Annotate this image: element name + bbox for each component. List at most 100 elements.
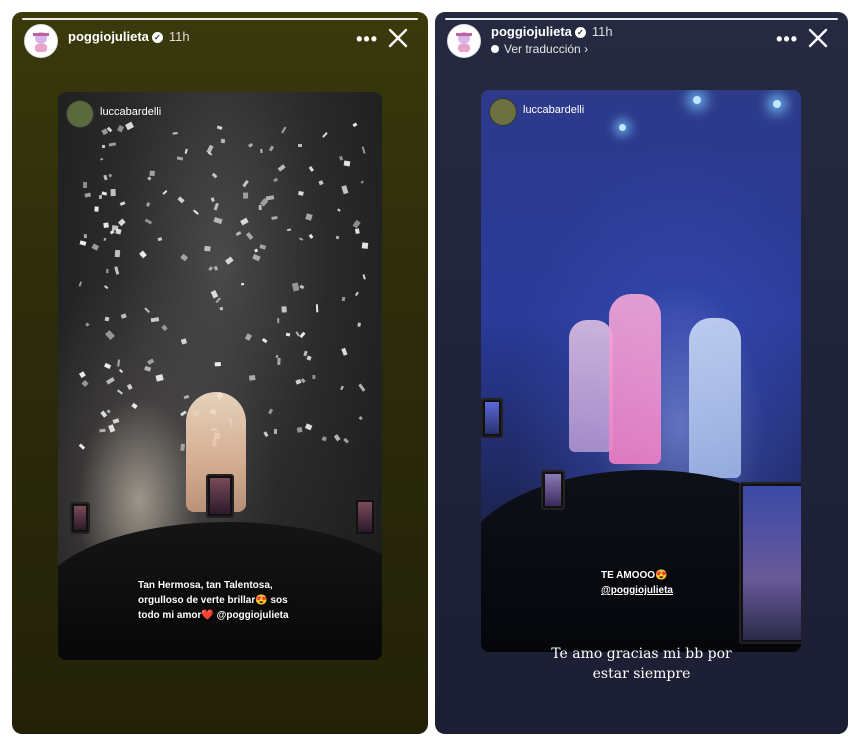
close-icon[interactable]: [806, 26, 830, 50]
confetti-piece: [180, 253, 189, 262]
confetti-piece: [277, 318, 280, 324]
confetti-piece: [111, 224, 119, 230]
confetti-piece: [273, 177, 279, 183]
confetti-piece: [110, 188, 116, 196]
story-caption: TE AMOOO😍 @poggiojulieta: [601, 568, 741, 598]
avatar[interactable]: [24, 24, 58, 58]
more-options-icon[interactable]: •••: [356, 30, 378, 48]
confetti-piece: [341, 297, 346, 302]
chevron-right-icon: ›: [584, 42, 589, 56]
confetti-piece: [150, 316, 160, 322]
confetti-piece: [318, 180, 324, 186]
confetti-piece: [252, 253, 261, 261]
confetti-piece: [205, 246, 212, 253]
confetti-piece: [248, 143, 253, 148]
username[interactable]: poggiojulieta ✓ 11h: [68, 29, 190, 44]
username-text: poggiojulieta: [491, 24, 572, 39]
story-text-overlay: Te amo gracias mi bb por estar siempre: [435, 644, 848, 684]
confetti-piece: [180, 338, 187, 345]
confetti-piece: [106, 377, 115, 385]
mention-tag[interactable]: @poggiojulieta: [601, 585, 673, 596]
confetti-piece: [311, 375, 316, 380]
confetti-piece: [106, 409, 112, 415]
confetti-piece: [205, 144, 214, 154]
confetti-piece: [306, 355, 312, 361]
confetti-piece: [341, 347, 348, 356]
confetti-piece: [361, 242, 369, 250]
confetti-piece: [321, 435, 327, 442]
confetti-piece: [355, 291, 360, 296]
confetti-piece: [305, 423, 313, 431]
avatar[interactable]: [447, 24, 481, 58]
confetti-piece: [242, 180, 250, 188]
confetti-piece: [214, 362, 221, 367]
dancer-figure: [689, 318, 741, 478]
confetti-piece: [276, 358, 281, 366]
confetti-piece: [117, 218, 126, 227]
story-header: poggiojulieta ✓ 11h Ver traducción › •••: [445, 24, 838, 64]
verified-icon: ✓: [574, 27, 586, 38]
stage-light: [773, 100, 781, 108]
confetti-piece: [150, 170, 156, 176]
confetti-piece: [259, 149, 263, 154]
story-header: poggiojulieta ✓ 11h •••: [22, 24, 418, 64]
confetti-piece: [112, 417, 120, 424]
confetti-piece: [268, 408, 274, 415]
confetti-piece: [274, 428, 278, 434]
confetti-piece: [131, 403, 138, 410]
caption-line: todo mi amor❤️ @poggiojulieta: [138, 608, 338, 623]
confetti-piece: [139, 250, 148, 259]
confetti-piece: [126, 383, 134, 391]
dancer-figure: [609, 294, 661, 464]
story-left[interactable]: poggiojulieta ✓ 11h ••• luccabardelli Tan …: [12, 12, 428, 734]
more-options-icon[interactable]: •••: [776, 30, 798, 48]
confetti-piece: [179, 443, 185, 451]
confetti-piece: [114, 249, 121, 257]
username[interactable]: poggiojulieta ✓ 11h: [491, 24, 613, 39]
confetti-piece: [361, 146, 366, 155]
confetti-piece: [210, 197, 216, 203]
stage-light: [619, 124, 626, 131]
reposted-story-frame: luccabardelli Tan Hermosa, tan Talentosa…: [58, 92, 382, 660]
confetti-piece: [299, 237, 304, 241]
confetti-piece: [145, 202, 151, 208]
caption-line: @poggiojulieta: [601, 583, 741, 598]
confetti-piece: [94, 206, 100, 212]
close-icon[interactable]: [386, 26, 410, 50]
confetti-piece: [184, 148, 188, 154]
caption-text: todo mi amor❤️: [138, 610, 214, 621]
confetti-piece: [213, 217, 223, 225]
repost-username: luccabardelli: [523, 104, 585, 116]
confetti-piece: [119, 201, 126, 207]
confetti-piece: [99, 428, 106, 433]
mention-tag[interactable]: @poggiojulieta: [217, 610, 289, 621]
confetti-piece: [352, 220, 361, 229]
confetti-piece: [116, 389, 123, 396]
confetti-piece: [277, 164, 287, 172]
confetti-piece: [147, 359, 154, 366]
confetti-piece: [263, 431, 269, 437]
confetti-piece: [245, 232, 254, 241]
confetti-piece: [337, 208, 341, 213]
confetti-piece: [84, 192, 91, 198]
confetti-piece: [143, 306, 150, 313]
story-right[interactable]: poggiojulieta ✓ 11h Ver traducción › ••• l…: [435, 12, 848, 734]
confetti-piece: [235, 231, 242, 237]
confetti-piece: [117, 359, 120, 368]
confetti-piece: [358, 416, 363, 421]
confetti-piece: [333, 434, 341, 442]
confetti-piece: [103, 237, 107, 242]
confetti-piece: [281, 306, 288, 313]
confetti-piece: [259, 204, 263, 210]
confetti-piece: [240, 282, 244, 286]
confetti-piece: [299, 331, 306, 338]
confetti-piece: [144, 366, 151, 372]
translate-link[interactable]: Ver traducción ›: [491, 42, 588, 56]
confetti-piece: [213, 202, 219, 211]
confetti-piece: [299, 284, 305, 290]
confetti-piece: [358, 383, 366, 391]
confetti-piece: [118, 368, 123, 374]
confetti-piece: [102, 174, 108, 181]
confetti-piece: [220, 138, 226, 144]
translate-icon: [491, 45, 499, 53]
